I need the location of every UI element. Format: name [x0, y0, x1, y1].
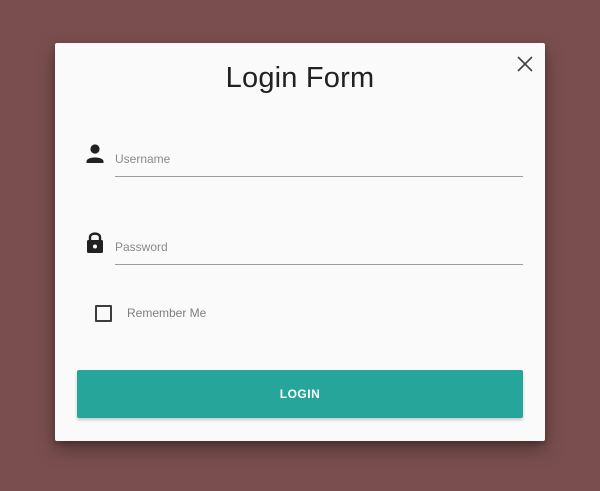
username-input[interactable]	[115, 142, 523, 177]
person-icon	[86, 144, 104, 163]
remember-me-checkbox[interactable]	[95, 304, 112, 322]
password-field-group	[85, 230, 523, 270]
form-title: Login Form	[225, 62, 375, 94]
remember-me-row: Remember Me	[95, 303, 206, 323]
remember-me-label[interactable]: Remember Me	[127, 306, 206, 320]
login-button[interactable]: LOGIN	[77, 370, 523, 418]
username-field-group	[85, 142, 523, 182]
password-input[interactable]	[115, 230, 523, 265]
lock-icon	[87, 232, 103, 253]
login-modal: Login Form Remember Me LOGIN	[55, 43, 545, 441]
